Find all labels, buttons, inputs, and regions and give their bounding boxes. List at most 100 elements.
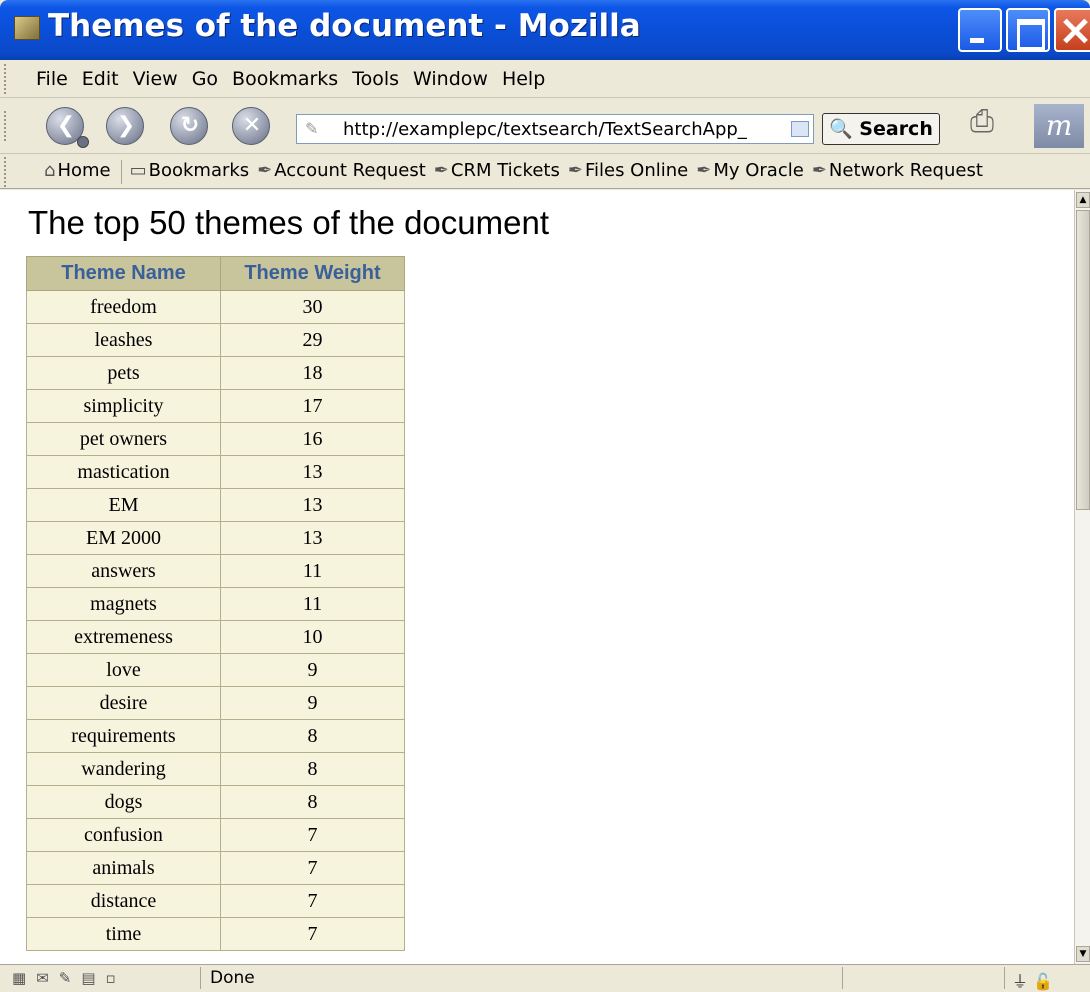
status-divider xyxy=(1004,967,1005,989)
table-row: wandering 8 xyxy=(26,752,405,786)
bookmarks-list: ⌂ Home ▭ Bookmarks ✒ Account Request ✒ CRM T… xyxy=(44,160,991,184)
close-button[interactable] xyxy=(1054,8,1090,52)
theme-weight-cell: 7 xyxy=(220,818,405,852)
theme-name-cell: desire xyxy=(26,686,221,720)
theme-weight-cell: 8 xyxy=(220,785,405,819)
column-header-theme-name: Theme Name xyxy=(26,256,221,291)
menu-edit[interactable]: Edit xyxy=(82,68,119,90)
theme-name-cell: pets xyxy=(26,356,221,390)
page-heading: The top 50 themes of the document xyxy=(28,204,549,241)
address-book-icon[interactable]: ▤ xyxy=(81,969,95,987)
component-bar: ▦ ✉ ✎ ▤ ▫ xyxy=(12,969,116,987)
themes-table: Theme Name Theme Weight freedom 30 leashes… xyxy=(26,256,405,951)
table-row: extremeness 10 xyxy=(26,620,405,654)
table-row: love 9 xyxy=(26,653,405,687)
reload-button[interactable]: ↻ xyxy=(170,107,208,145)
menu-bookmarks[interactable]: Bookmarks xyxy=(232,68,338,90)
theme-weight-cell: 11 xyxy=(220,587,405,621)
theme-weight-cell: 8 xyxy=(220,752,405,786)
theme-weight-cell: 10 xyxy=(220,620,405,654)
navigator-icon[interactable]: ▦ xyxy=(12,969,26,987)
theme-name-cell: distance xyxy=(26,884,221,918)
stop-icon: ✕ xyxy=(242,113,262,138)
menu-window[interactable]: Window xyxy=(413,68,488,90)
forward-button[interactable]: ❯ xyxy=(106,107,144,145)
theme-name-cell: leashes xyxy=(26,323,221,357)
theme-name-cell: animals xyxy=(26,851,221,885)
table-header-row: Theme Name Theme Weight xyxy=(26,256,405,291)
theme-name-cell: answers xyxy=(26,554,221,588)
vertical-scrollbar[interactable]: ▲ ▼ xyxy=(1074,190,1090,964)
theme-name-cell: freedom xyxy=(26,290,221,324)
menu-tools[interactable]: Tools xyxy=(352,68,399,90)
theme-weight-cell: 13 xyxy=(220,521,405,555)
theme-weight-cell: 9 xyxy=(220,653,405,687)
theme-name-cell: extremeness xyxy=(26,620,221,654)
menu-file[interactable]: File xyxy=(36,68,68,90)
table-row: time 7 xyxy=(26,917,405,951)
theme-name-cell: pet owners xyxy=(26,422,221,456)
menu-view[interactable]: View xyxy=(133,68,178,90)
search-icon: 🔍 xyxy=(829,118,853,140)
table-row: confusion 7 xyxy=(26,818,405,852)
mozilla-throbber-icon[interactable]: m xyxy=(1034,104,1084,148)
theme-weight-cell: 13 xyxy=(220,488,405,522)
back-history-dropdown-icon[interactable] xyxy=(77,136,89,148)
theme-weight-cell: 30 xyxy=(220,290,405,324)
table-row: leashes 29 xyxy=(26,323,405,357)
theme-name-cell: simplicity xyxy=(26,389,221,423)
bookmark-link-icon: ✒ xyxy=(257,160,273,181)
theme-name-cell: EM 2000 xyxy=(26,521,221,555)
theme-weight-cell: 16 xyxy=(220,422,405,456)
table-row: mastication 13 xyxy=(26,455,405,489)
theme-name-cell: wandering xyxy=(26,752,221,786)
bookmark-link-icon: ✒ xyxy=(433,160,449,181)
bookmarks-toolbar: ⌂ Home ▭ Bookmarks ✒ Account Request ✒ CRM T… xyxy=(0,155,1090,189)
bookmark-my-oracle[interactable]: ✒ My Oracle xyxy=(696,160,804,184)
theme-name-cell: mastication xyxy=(26,455,221,489)
table-row: requirements 8 xyxy=(26,719,405,753)
search-button[interactable]: 🔍 Search xyxy=(822,113,940,145)
back-button[interactable]: ❮ xyxy=(46,107,89,148)
scrollbar-thumb[interactable] xyxy=(1076,210,1090,510)
column-header-theme-weight: Theme Weight xyxy=(220,256,405,291)
menu-help[interactable]: Help xyxy=(502,68,545,90)
scroll-down-icon[interactable]: ▼ xyxy=(1076,946,1090,962)
bookmark-crm-tickets[interactable]: ✒ CRM Tickets xyxy=(434,160,560,184)
title-bar: Themes of the document - Mozilla xyxy=(0,0,1090,60)
scroll-up-icon[interactable]: ▲ xyxy=(1076,192,1090,208)
table-row: desire 9 xyxy=(26,686,405,720)
toolbar-grip[interactable] xyxy=(4,157,12,187)
mozilla-app-icon xyxy=(14,16,40,40)
composer-icon[interactable]: ✎ xyxy=(59,969,72,987)
toolbar-grip[interactable] xyxy=(4,111,12,141)
bookmark-link-icon: ✒ xyxy=(696,160,712,181)
bookmark-home[interactable]: ⌂ Home xyxy=(44,160,111,184)
bookmark-account-request[interactable]: ✒ Account Request xyxy=(257,160,426,184)
bookmark-bookmarks-folder[interactable]: ▭ Bookmarks xyxy=(130,160,250,184)
url-bar[interactable]: ✎ http://examplepc/textsearch/TextSearch… xyxy=(296,114,814,144)
bookmark-files-online[interactable]: ✒ Files Online xyxy=(568,160,688,184)
stop-button[interactable]: ✕ xyxy=(232,107,270,145)
chat-icon[interactable]: ▫ xyxy=(106,969,116,987)
status-text: Done xyxy=(210,968,255,988)
security-lock-icon[interactable]: 🔓 xyxy=(1033,972,1053,991)
theme-name-cell: confusion xyxy=(26,818,221,852)
theme-name-cell: time xyxy=(26,917,221,951)
table-row: EM 2000 13 xyxy=(26,521,405,555)
theme-name-cell: magnets xyxy=(26,587,221,621)
print-icon[interactable]: ⎙ xyxy=(970,104,994,139)
maximize-button[interactable] xyxy=(1006,8,1050,52)
url-text[interactable]: http://examplepc/textsearch/TextSearchAp… xyxy=(343,119,747,140)
online-connection-icon[interactable]: ⏚ xyxy=(1012,972,1028,991)
search-label: Search xyxy=(859,118,933,140)
bookmark-network-request[interactable]: ✒ Network Request xyxy=(812,160,983,184)
theme-weight-cell: 7 xyxy=(220,917,405,951)
table-row: pet owners 16 xyxy=(26,422,405,456)
table-row: freedom 30 xyxy=(26,290,405,324)
mail-icon[interactable]: ✉ xyxy=(36,969,49,987)
toolbar-grip[interactable] xyxy=(4,64,12,94)
url-dropdown-icon[interactable] xyxy=(791,121,809,137)
menu-go[interactable]: Go xyxy=(192,68,218,90)
minimize-button[interactable] xyxy=(958,8,1002,52)
